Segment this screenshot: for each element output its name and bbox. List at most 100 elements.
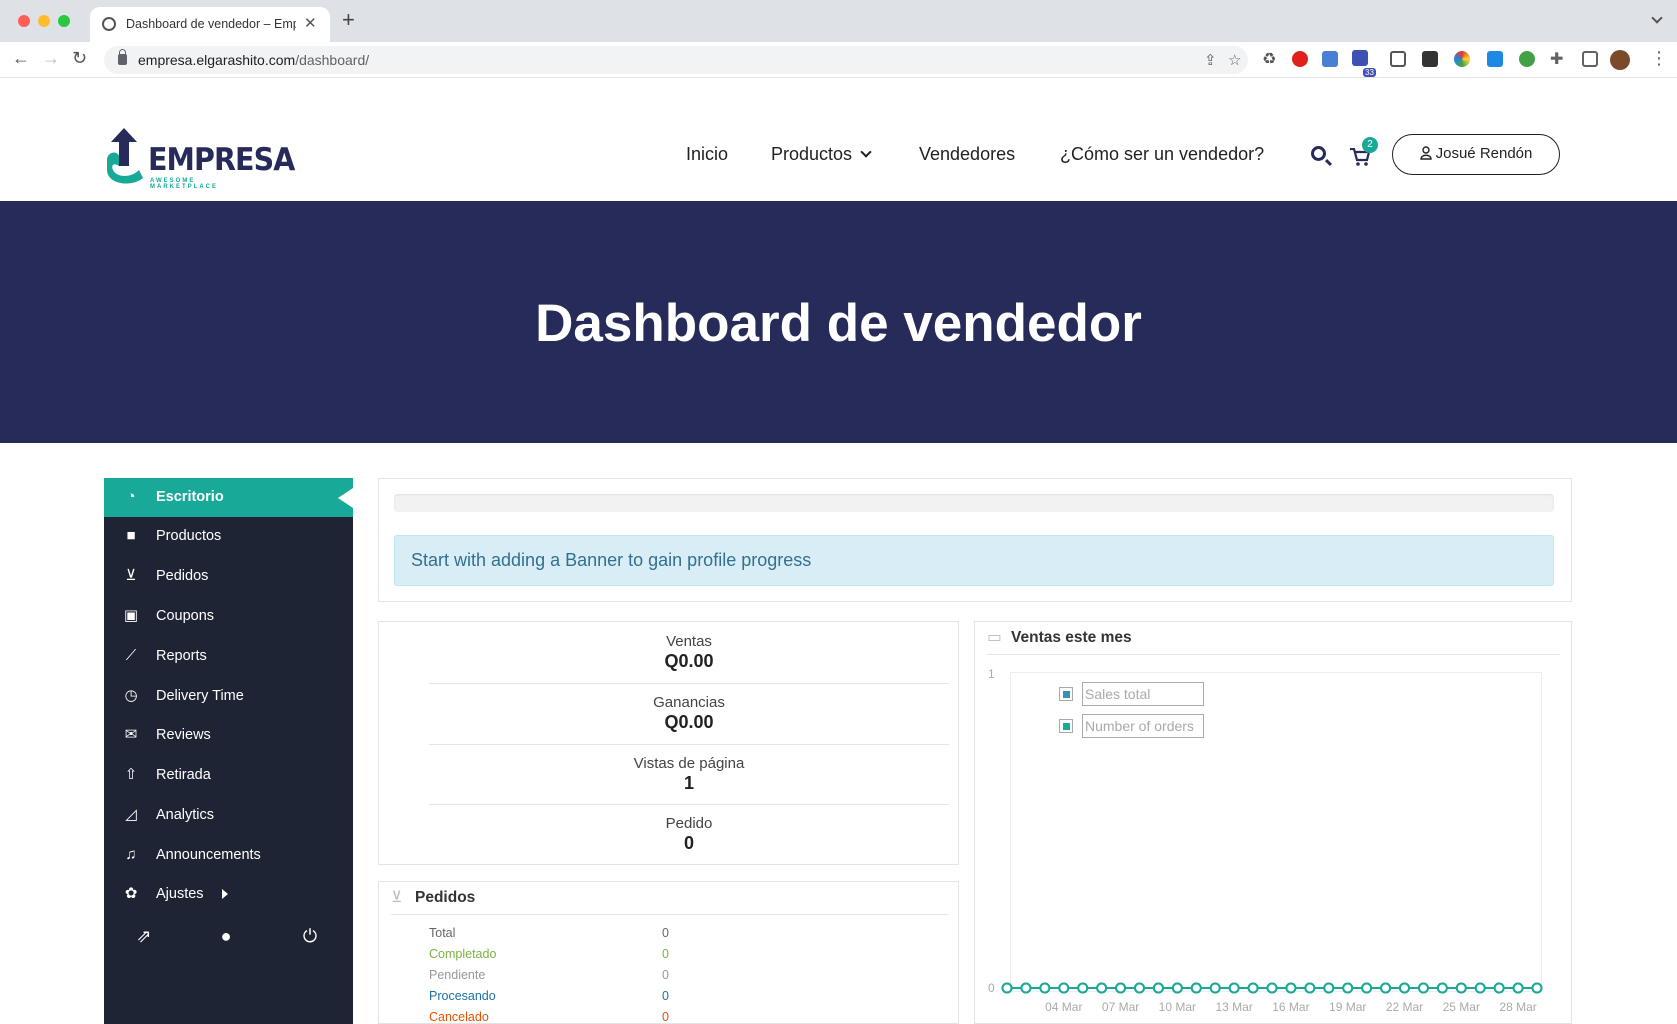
- data-point[interactable]: [1304, 982, 1316, 994]
- order-status-label: Completado: [429, 947, 497, 961]
- puzzle-extensions-icon[interactable]: ✚: [1550, 49, 1566, 68]
- data-point[interactable]: [1399, 982, 1410, 994]
- user-icon: [1419, 146, 1432, 160]
- data-point[interactable]: [1001, 982, 1013, 994]
- sidebar-item-reviews[interactable]: ✉ Reviews: [104, 716, 353, 755]
- sidebar-item-label: Analytics: [156, 807, 215, 823]
- comments-icon: ✉: [124, 726, 138, 743]
- nav-vendedores[interactable]: Vendedores: [919, 144, 1015, 165]
- new-tab-button[interactable]: +: [342, 9, 355, 31]
- sidebar-item-coupons[interactable]: ▣ Coupons: [104, 597, 353, 636]
- data-point[interactable]: [1247, 982, 1259, 994]
- data-point[interactable]: [1058, 982, 1070, 994]
- opera-extension-icon[interactable]: [1292, 51, 1308, 67]
- x-tick-label: 22 Mar: [1386, 1000, 1423, 1014]
- sidebar-item-label: Coupons: [156, 608, 215, 624]
- sidebar-item-announcements[interactable]: ♫ Announcements: [104, 836, 353, 875]
- data-point[interactable]: [1323, 982, 1335, 994]
- extension-badge: 33: [1363, 68, 1376, 77]
- sidebar-item-reports[interactable]: ⟋ Reports: [104, 637, 353, 676]
- data-point[interactable]: [1077, 982, 1089, 994]
- data-point[interactable]: [1096, 982, 1108, 994]
- share-icon[interactable]: ⇪: [1204, 51, 1217, 69]
- user-profile-icon[interactable]: ●: [216, 926, 236, 946]
- data-point[interactable]: [1531, 982, 1543, 994]
- power-logout-icon[interactable]: ⏻: [300, 926, 320, 946]
- data-point[interactable]: [1228, 982, 1240, 994]
- data-point[interactable]: [1285, 982, 1297, 994]
- logo-text: EMPRESA: [148, 142, 295, 178]
- key-extension-icon[interactable]: [1487, 51, 1503, 67]
- nav-productos[interactable]: Productos: [771, 144, 872, 165]
- side-panel-icon[interactable]: [1582, 51, 1598, 67]
- caret-right-icon: [222, 889, 228, 899]
- data-point[interactable]: [1493, 982, 1505, 994]
- data-point[interactable]: [1039, 982, 1051, 994]
- order-status-row: Cancelado 0: [429, 1010, 729, 1024]
- sales-summary-card: Ventas Q0.00 Ganancias Q0.00 Vistas de p…: [378, 621, 959, 865]
- data-point[interactable]: [1190, 982, 1202, 994]
- blue-extension-icon[interactable]: [1322, 51, 1338, 67]
- browser-menu-icon[interactable]: ⋮: [1650, 48, 1668, 69]
- tab-search-chevron-icon[interactable]: [1651, 12, 1663, 24]
- data-point[interactable]: [1266, 982, 1278, 994]
- maximize-window-button[interactable]: [58, 15, 70, 27]
- data-point[interactable]: [1134, 982, 1145, 994]
- sidebar-item-analytics[interactable]: ◿ Analytics: [104, 796, 353, 835]
- close-window-button[interactable]: [18, 15, 30, 27]
- account-button[interactable]: Josué Rendón: [1392, 134, 1560, 175]
- address-bar[interactable]: empresa.elgarashito.com/dashboard/ ⇪ ☆: [104, 46, 1248, 74]
- sidebar-item-productos[interactable]: ■ Productos: [104, 517, 353, 556]
- browser-tab[interactable]: Dashboard de vendedor – Emp ✕: [90, 7, 330, 42]
- new-extension-icon[interactable]: [1422, 51, 1438, 67]
- data-point[interactable]: [1361, 982, 1373, 994]
- gear-icon: ✿: [124, 885, 138, 902]
- data-point[interactable]: [1380, 982, 1392, 994]
- order-status-row: Pendiente 0: [429, 968, 729, 988]
- briefcase-icon: ■: [126, 527, 136, 544]
- data-point[interactable]: [1209, 982, 1221, 994]
- nav-inicio[interactable]: Inicio: [686, 144, 728, 165]
- sidebar-item-pedidos[interactable]: ⊻ Pedidos: [104, 557, 353, 596]
- data-point[interactable]: [1474, 982, 1486, 994]
- nav-como-ser-vendedor[interactable]: ¿Cómo ser un vendedor?: [1060, 144, 1264, 165]
- stat-label: Ganancias: [653, 694, 725, 711]
- x-tick-label: 10 Mar: [1159, 1000, 1196, 1014]
- data-point[interactable]: [1342, 982, 1354, 994]
- stat-label: Pedido: [665, 815, 713, 832]
- cart-icon: ⊻: [125, 567, 137, 584]
- sidebar-item-delivery-time[interactable]: ◷ Delivery Time: [104, 677, 353, 716]
- data-point[interactable]: [1171, 982, 1183, 994]
- search-icon[interactable]: [1311, 146, 1326, 161]
- close-tab-icon[interactable]: ✕: [304, 14, 317, 32]
- orders-card: ⊻ Pedidos Total 0 Completado 0 Pendiente 0 Proc…: [378, 881, 959, 1024]
- recycle-extension-icon[interactable]: ♻: [1262, 49, 1278, 68]
- data-point[interactable]: [1436, 982, 1448, 994]
- forward-arrow-icon[interactable]: →: [42, 49, 60, 67]
- data-point[interactable]: [1417, 982, 1429, 994]
- bookmark-star-icon[interactable]: ☆: [1228, 51, 1241, 69]
- order-status-value: 0: [662, 947, 669, 961]
- back-arrow-icon[interactable]: ←: [12, 49, 30, 67]
- profile-avatar[interactable]: [1610, 50, 1630, 70]
- page-title: Dashboard de vendedor: [535, 294, 1142, 353]
- screenshot-extension-icon[interactable]: [1390, 51, 1406, 67]
- x-tick-label: 28 Mar: [1499, 1000, 1536, 1014]
- data-point[interactable]: [1020, 982, 1032, 994]
- data-point[interactable]: [1455, 982, 1467, 994]
- reload-icon[interactable]: ↻: [72, 49, 87, 67]
- profile-progress-bar: [394, 494, 1554, 512]
- data-point[interactable]: [1512, 982, 1524, 994]
- color-wheel-extension-icon[interactable]: [1454, 51, 1470, 67]
- site-logo[interactable]: EMPRESA AWESOME MARKETPLACE: [103, 126, 295, 190]
- sidebar-item-ajustes[interactable]: ✿ Ajustes: [104, 875, 353, 914]
- sidebar-item-retirada[interactable]: ⇧ Retirada: [104, 756, 353, 795]
- play-extension-icon[interactable]: [1519, 51, 1535, 67]
- minimize-window-button[interactable]: [38, 15, 50, 27]
- data-point[interactable]: [1115, 982, 1127, 994]
- external-link-icon[interactable]: ⇗: [134, 926, 154, 946]
- data-point[interactable]: [1152, 982, 1164, 994]
- graduation-cap-extension-icon[interactable]: [1352, 50, 1368, 66]
- sidebar-item-escritorio[interactable]: ◔ Escritorio: [104, 478, 353, 517]
- order-status-row: Completado 0: [429, 947, 729, 967]
